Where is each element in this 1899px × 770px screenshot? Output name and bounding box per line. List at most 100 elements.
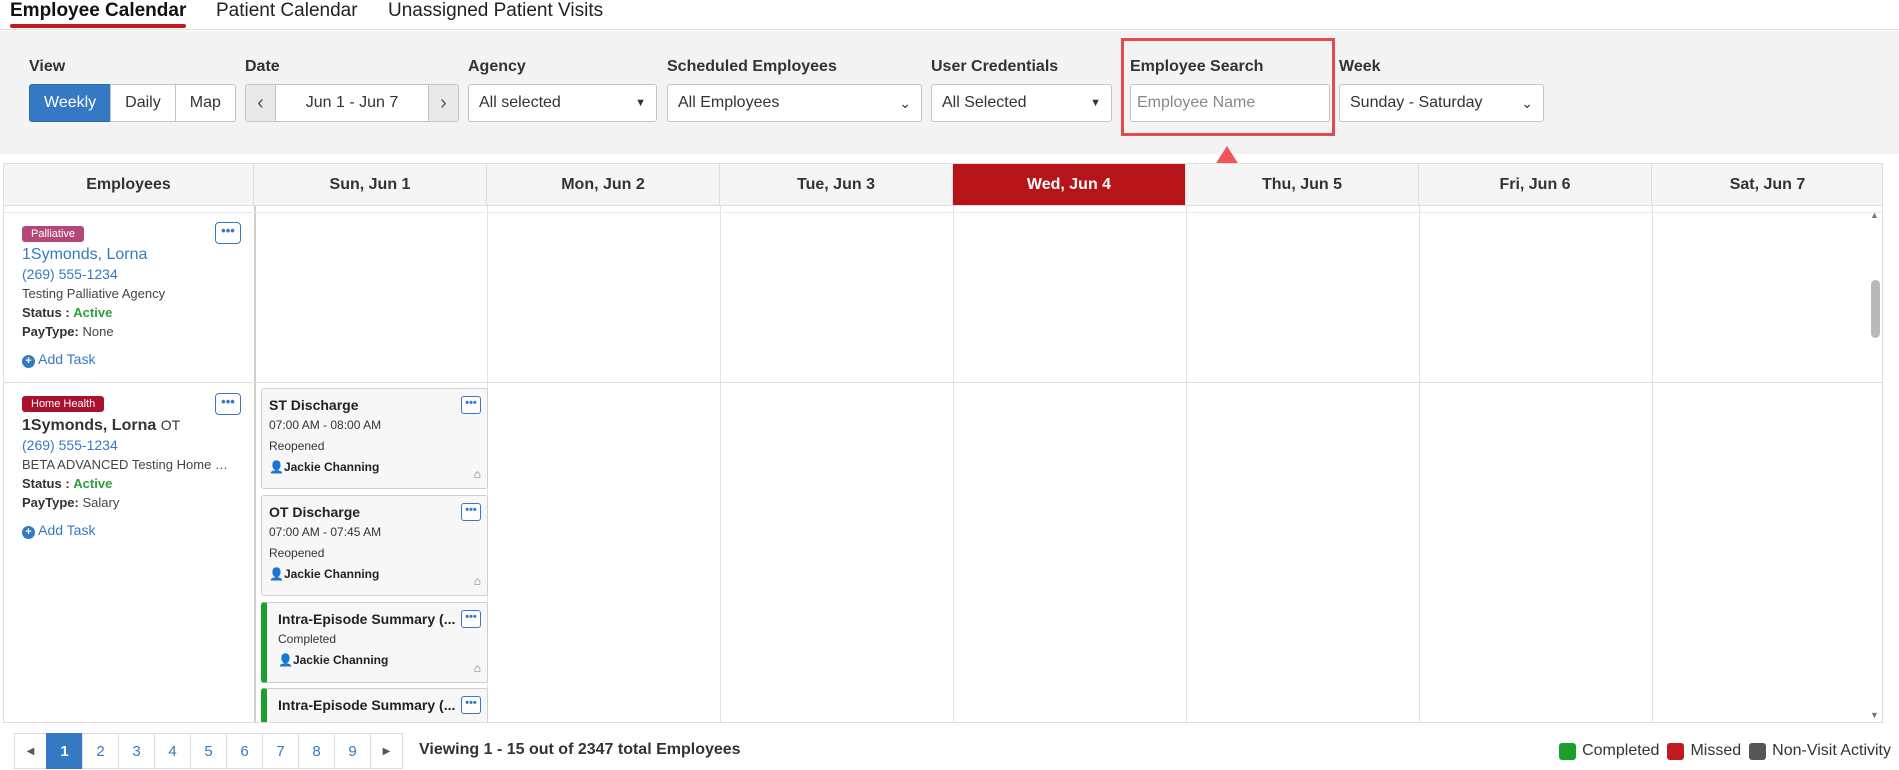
column-divider [1419, 206, 1420, 722]
row-divider [4, 382, 1882, 383]
scroll-down-icon[interactable]: ▼ [1870, 710, 1879, 720]
page-4-button[interactable]: 4 [154, 733, 191, 769]
legend-swatch [1749, 742, 1767, 760]
employee-more-button[interactable]: ••• [215, 393, 241, 415]
task-title: Intra-Episode Summary (... [278, 697, 456, 713]
date-label: Date [245, 58, 280, 75]
view-daily-button[interactable]: Daily [110, 84, 176, 122]
home-icon: ⌂ [473, 467, 481, 481]
column-divider [1186, 206, 1187, 722]
day-header-thu: Thu, Jun 5 [1186, 164, 1419, 206]
task-title: OT Discharge [269, 504, 361, 520]
date-range-value[interactable]: Jun 1 - Jun 7 [276, 85, 428, 121]
tab-employee-calendar[interactable]: Employee Calendar [10, 0, 187, 28]
scheduled-employees-select[interactable]: All Employees ⌄ [667, 84, 922, 122]
legend-swatch [1667, 742, 1685, 760]
page-9-button[interactable]: 9 [334, 733, 371, 769]
page-8-button[interactable]: 8 [298, 733, 335, 769]
chevron-left-icon[interactable]: ‹ [246, 85, 276, 121]
task-assignee-name: Jackie Channing [283, 460, 380, 474]
calendar-grid: Employees Sun, Jun 1 Mon, Jun 2 Tue, Jun… [3, 163, 1883, 723]
week-select[interactable]: Sunday - Saturday ⌄ [1339, 84, 1544, 122]
next-page-icon[interactable]: ▶ [370, 733, 403, 769]
page-5-button[interactable]: 5 [190, 733, 227, 769]
chevron-right-icon[interactable]: › [428, 85, 458, 121]
task-more-button[interactable]: ••• [461, 503, 481, 521]
user-icon: 👤 [269, 567, 284, 581]
page-1-button[interactable]: 1 [46, 733, 83, 769]
page-7-button[interactable]: 7 [262, 733, 299, 769]
add-task-label: Add Task [38, 522, 96, 538]
tab-unassigned-patient-visits[interactable]: Unassigned Patient Visits [388, 0, 603, 22]
paytype-label: PayType: [22, 324, 79, 339]
add-task-button[interactable]: + Add Task [22, 350, 242, 368]
scroll-up-icon[interactable]: ▲ [1870, 210, 1879, 220]
legend-label: Missed [1690, 742, 1742, 759]
employee-more-button[interactable]: ••• [215, 222, 241, 244]
agency-select[interactable]: All selected ▼ [468, 84, 657, 122]
user-icon: 👤 [278, 653, 293, 667]
task-more-button[interactable]: ••• [461, 396, 481, 414]
column-divider [254, 206, 256, 722]
status-value: Active [73, 476, 113, 491]
caret-down-icon: ▼ [1090, 97, 1101, 109]
home-icon: ⌂ [473, 661, 481, 675]
scheduled-employees-label: Scheduled Employees [667, 58, 837, 75]
scrollbar-thumb[interactable] [1871, 280, 1880, 338]
view-weekly-button[interactable]: Weekly [29, 84, 112, 122]
page-2-button[interactable]: 2 [82, 733, 119, 769]
legend-missed: Missed [1667, 742, 1741, 760]
add-task-label: Add Task [38, 351, 96, 367]
task-time: 07:00 AM - 08:00 AM [269, 418, 382, 432]
employee-status: Status : Active [22, 303, 242, 322]
vertical-scrollbar[interactable]: ▲ ▼ [1868, 208, 1882, 722]
employees-column-header: Employees [4, 164, 254, 206]
paytype-value: Salary [82, 495, 120, 510]
chevron-down-icon: ⌄ [1521, 95, 1533, 111]
employee-row-2: Home Health 1Symonds, Lorna OT (269) 555… [22, 394, 242, 539]
task-assignee-name: Jackie Channing [283, 567, 380, 581]
user-credentials-select[interactable]: All Selected ▼ [931, 84, 1112, 122]
agency-type-badge: Palliative [22, 226, 85, 242]
column-divider [1652, 206, 1653, 722]
page-6-button[interactable]: 6 [226, 733, 263, 769]
tab-patient-calendar[interactable]: Patient Calendar [216, 0, 358, 22]
employee-phone[interactable]: (269) 555-1234 [22, 265, 242, 284]
task-assignee: 👤Jackie Channing [269, 457, 481, 478]
paytype-value: None [82, 324, 114, 339]
employee-name-text: 1Symonds, Lorna [22, 417, 157, 434]
add-task-button[interactable]: + Add Task [22, 521, 242, 539]
week-select-value: Sunday - Saturday [1350, 94, 1483, 111]
day-header-tue: Tue, Jun 3 [720, 164, 953, 206]
task-card[interactable]: OT Discharge 07:00 AM - 07:45 AM Reopene… [261, 495, 488, 596]
status-label: Status : [22, 476, 70, 491]
task-card[interactable]: Intra-Episode Summary (... ••• [261, 688, 488, 722]
day-header-mon: Mon, Jun 2 [487, 164, 720, 206]
week-label: Week [1339, 58, 1381, 75]
employee-name[interactable]: 1Symonds, Lorna OT [22, 415, 242, 436]
view-toggle: Weekly Daily Map [29, 84, 236, 122]
user-credentials-label: User Credentials [931, 58, 1059, 75]
task-card[interactable]: ST Discharge 07:00 AM - 08:00 AM Reopene… [261, 388, 488, 489]
task-more-button[interactable]: ••• [461, 610, 481, 628]
viewing-count-text: Viewing 1 - 15 out of 2347 total Employe… [419, 741, 741, 758]
user-icon: 👤 [269, 460, 284, 474]
task-status: Completed [278, 632, 337, 646]
employee-agency: Testing Palliative Agency [22, 286, 166, 301]
status-legend: Completed Missed Non-Visit Activity [1559, 741, 1899, 761]
scheduled-employees-value: All Employees [678, 94, 780, 111]
task-card[interactable]: Intra-Episode Summary (... Completed 👤Ja… [261, 602, 488, 683]
page-3-button[interactable]: 3 [118, 733, 155, 769]
employee-phone[interactable]: (269) 555-1234 [22, 436, 242, 455]
employee-search-input[interactable] [1130, 84, 1330, 122]
user-credentials-value: All Selected [942, 94, 1027, 111]
employee-search-label: Employee Search [1130, 58, 1264, 75]
view-map-button[interactable]: Map [174, 84, 236, 122]
plus-circle-icon: + [22, 355, 35, 368]
task-more-button[interactable]: ••• [461, 696, 481, 714]
employee-name-link[interactable]: 1Symonds, Lorna [22, 245, 242, 265]
agency-label: Agency [468, 58, 526, 75]
legend-label: Non-Visit Activity [1772, 742, 1891, 759]
prev-page-icon[interactable]: ◀ [14, 733, 47, 769]
day-header-fri: Fri, Jun 6 [1419, 164, 1652, 206]
